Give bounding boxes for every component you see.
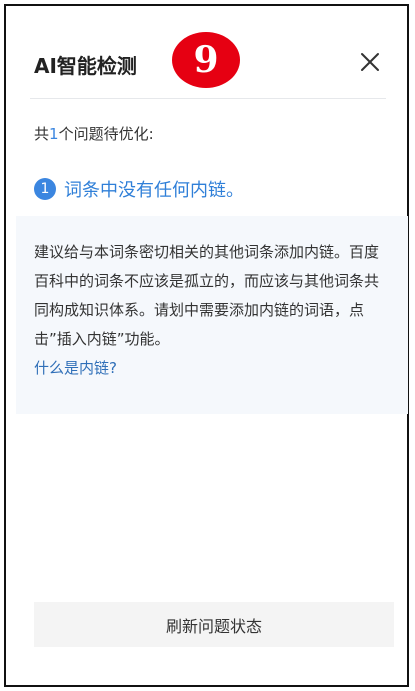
summary-suffix: 个问题待优化: [58, 125, 154, 143]
ai-detect-panel: AI智能检测 9 共1个问题待优化: 1 词条中没有任何内链。 建议给与本词条密… [4, 4, 409, 687]
summary-prefix: 共 [34, 125, 50, 143]
advice-box: 建议给与本词条密切相关的其他词条添加内链。百度百科中的词条不应该是孤立的，而应该… [16, 216, 408, 414]
close-icon-glyph [361, 53, 379, 71]
issue-count: 1 [49, 125, 59, 143]
issue-item[interactable]: 1 词条中没有任何内链。 [34, 176, 244, 202]
issue-text: 词条中没有任何内链。 [64, 180, 244, 201]
refresh-status-button[interactable]: 刷新问题状态 [34, 602, 394, 647]
panel-header: AI智能检测 9 [30, 28, 386, 99]
what-is-internal-link[interactable]: 什么是内链? [34, 354, 117, 383]
number-badge: 9 [172, 32, 240, 88]
panel-title: AI智能检测 [34, 54, 137, 78]
close-icon[interactable] [356, 48, 384, 76]
issue-number-badge: 1 [34, 178, 56, 200]
issue-summary: 共1个问题待优化: [34, 123, 154, 144]
advice-text: 建议给与本词条密切相关的其他词条添加内链。百度百科中的词条不应该是孤立的，而应该… [34, 243, 380, 348]
